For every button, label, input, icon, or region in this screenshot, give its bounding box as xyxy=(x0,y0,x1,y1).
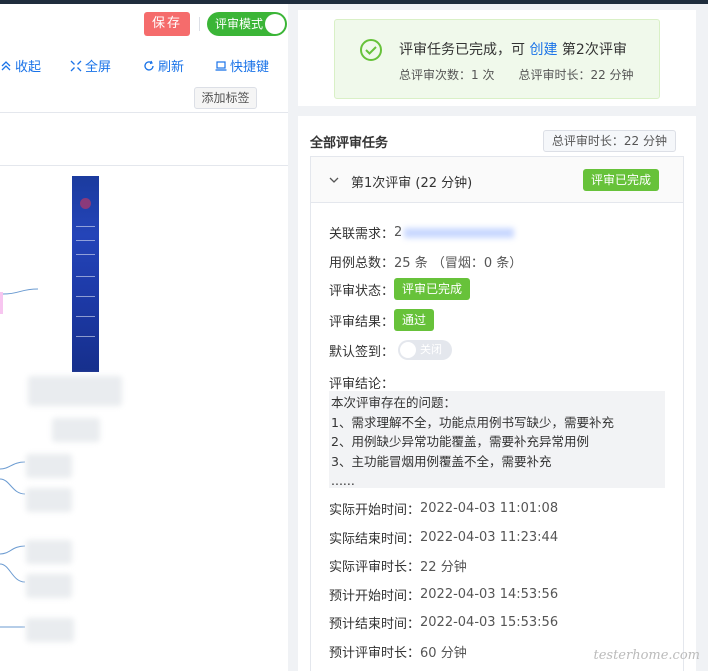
shortcut-button[interactable]: 快捷键 xyxy=(215,56,269,75)
success-message-suffix: 第2次评审 xyxy=(561,42,627,58)
plan-start-row: 预计开始时间： 2022-04-03 14:53:56 xyxy=(329,585,558,604)
actual-end-row: 实际结束时间： 2022-04-03 11:23:44 xyxy=(329,528,558,547)
actual-start-row: 实际开始时间： 2022-04-03 11:01:08 xyxy=(329,499,558,518)
chevron-down-icon xyxy=(329,177,339,183)
check-circle-icon xyxy=(360,39,382,61)
related-requirement-label: 关联需求： xyxy=(329,227,395,242)
total-duration-badge: 总评审时长：22 分钟 xyxy=(542,130,676,152)
actual-duration-row: 实际评审时长： 22 分钟 xyxy=(329,556,467,575)
conclusion-line: 3、主功能冒烟用例覆盖不全，需要补充 xyxy=(331,453,552,469)
plan-duration-value: 60 分钟 xyxy=(420,646,467,661)
switch-state-text: 关闭 xyxy=(420,343,443,356)
actual-start-value: 2022-04-03 11:01:08 xyxy=(420,501,559,516)
success-alert: 评审任务已完成，可 创建 第2次评审 总评审次数：1 次 总评审时长：22 分钟 xyxy=(334,19,660,99)
mindmap-node[interactable] xyxy=(26,454,72,478)
case-total-row: 用例总数： 25 条 （冒烟：0 条） xyxy=(329,252,522,271)
conclusion-label: 评审结论： xyxy=(329,377,395,392)
plan-duration-row: 预计评审时长： 60 分钟 xyxy=(329,642,467,661)
review-result-label: 评审结果： xyxy=(329,314,395,330)
thumbnail-line xyxy=(76,240,95,241)
collapse-icon xyxy=(1,60,11,70)
review-status-panel: 评审任务已完成，可 创建 第2次评审 总评审次数：1 次 总评审时长：22 分钟 xyxy=(298,10,696,106)
review-mode-toggle[interactable]: 评审模式 xyxy=(207,12,287,36)
conclusion-label-row: 评审结论： xyxy=(329,373,394,392)
case-total-value: 25 条 （冒烟：0 条） xyxy=(394,256,523,271)
review-stats: 总评审次数：1 次 总评审时长：22 分钟 xyxy=(399,68,634,82)
mindmap-node[interactable] xyxy=(26,618,74,642)
shortcut-label: 快捷键 xyxy=(230,60,270,75)
actual-duration-label: 实际评审时长： xyxy=(329,560,421,575)
mindmap-node[interactable] xyxy=(26,488,72,512)
related-requirement-row: 关联需求： 2 xyxy=(329,223,515,242)
attachment-thumbnail[interactable] xyxy=(72,176,99,372)
laptop-icon xyxy=(215,60,227,71)
success-message: 评审任务已完成，可 创建 第2次评审 xyxy=(399,39,627,59)
plan-duration-label: 预计评审时长： xyxy=(329,646,421,661)
plan-end-row: 预计结束时间： 2022-04-03 15:53:56 xyxy=(329,613,558,632)
plan-start-value: 2022-04-03 14:53:56 xyxy=(420,587,559,602)
collapse-label: 收起 xyxy=(15,60,42,75)
conclusion-line: 本次评审存在的问题： xyxy=(331,395,457,410)
fullscreen-button[interactable]: 全屏 xyxy=(70,56,111,75)
thumbnail-line xyxy=(76,226,95,227)
review-status-label: 评审状态： xyxy=(329,283,395,299)
conclusion-line: 1、需求理解不全，功能点用例书写缺少，需要补充 xyxy=(331,414,614,430)
canvas-divider xyxy=(0,165,288,166)
conclusion-text: 本次评审存在的问题： 1、需求理解不全，功能点用例书写缺少，需要补充 2、用例缺… xyxy=(329,391,665,488)
success-message-prefix: 评审任务已完成，可 xyxy=(399,42,525,58)
actual-end-label: 实际结束时间： xyxy=(329,532,421,547)
watermark: testerhome.com xyxy=(593,648,700,663)
plan-start-label: 预计开始时间： xyxy=(329,589,421,604)
review-status-tag: 评审已完成 xyxy=(394,278,471,300)
refresh-label: 刷新 xyxy=(158,60,185,75)
related-requirement-link[interactable] xyxy=(404,227,515,238)
review-result-row: 评审结果： 通过 xyxy=(329,309,435,331)
status-badge: 评审已完成 xyxy=(582,169,659,191)
toolbar-divider xyxy=(199,17,200,31)
thumbnail-line xyxy=(76,316,95,317)
mindmap-node[interactable] xyxy=(26,574,72,598)
add-tag-button[interactable]: 添加标签 xyxy=(194,87,257,109)
review-card-title: 第1次评审 (22 分钟) xyxy=(351,176,473,191)
fullscreen-label: 全屏 xyxy=(85,60,112,75)
review-status-row: 评审状态： 评审已完成 xyxy=(329,278,471,300)
switch-knob xyxy=(400,342,417,358)
review-task-card: 第1次评审 (22 分钟) 评审已完成 关联需求： 2 用例总数： 25 条 （… xyxy=(310,156,684,671)
review-result-tag: 通过 xyxy=(394,309,435,331)
thumbnail-line xyxy=(76,296,95,297)
mindmap-node[interactable] xyxy=(26,540,72,564)
thumbnail-line xyxy=(76,276,95,277)
actual-end-value: 2022-04-03 11:23:44 xyxy=(420,530,559,545)
collapse-button[interactable]: 收起 xyxy=(0,56,41,75)
toggle-knob xyxy=(265,14,285,34)
fullscreen-icon xyxy=(70,60,82,71)
thumbnail-line xyxy=(76,336,95,337)
tasks-title: 全部评审任务 xyxy=(310,136,389,151)
mindmap-panel: 保存 评审模式 收起 全屏 刷新 快捷键 添加标签 xyxy=(0,4,288,671)
thumbnail-line xyxy=(76,254,95,255)
case-total-label: 用例总数： xyxy=(329,256,395,271)
conclusion-line: 2、用例缺少异常功能覆盖，需要补充异常用例 xyxy=(331,434,589,449)
review-card-header[interactable]: 第1次评审 (22 分钟) 评审已完成 xyxy=(311,157,683,203)
actual-duration-value: 22 分钟 xyxy=(420,560,467,575)
related-requirement-value: 2 xyxy=(394,225,403,240)
thumbnail-graphic xyxy=(80,198,91,209)
default-signin-label: 默认签到： xyxy=(329,344,395,360)
toolbar-divider-line xyxy=(0,112,288,113)
refresh-button[interactable]: 刷新 xyxy=(143,56,184,75)
save-button[interactable]: 保存 xyxy=(144,12,190,36)
mindmap-toolbar: 收起 全屏 刷新 快捷键 xyxy=(0,56,288,78)
mindmap-node[interactable] xyxy=(52,418,100,442)
default-signin-switch[interactable]: 关闭 xyxy=(398,340,453,360)
default-signin-row: 默认签到： 关闭 xyxy=(329,340,453,360)
conclusion-line: ...... xyxy=(331,473,355,488)
plan-end-value: 2022-04-03 15:53:56 xyxy=(420,615,559,630)
review-tasks-panel: 全部评审任务 总评审时长：22 分钟 第1次评审 (22 分钟) 评审已完成 关… xyxy=(298,116,696,671)
actual-start-label: 实际开始时间： xyxy=(329,503,421,518)
mindmap-node[interactable] xyxy=(28,376,122,406)
create-review-link[interactable]: 创建 xyxy=(529,42,557,58)
refresh-icon xyxy=(144,60,154,71)
review-mode-label: 评审模式 xyxy=(215,17,264,31)
plan-end-label: 预计结束时间： xyxy=(329,617,421,632)
